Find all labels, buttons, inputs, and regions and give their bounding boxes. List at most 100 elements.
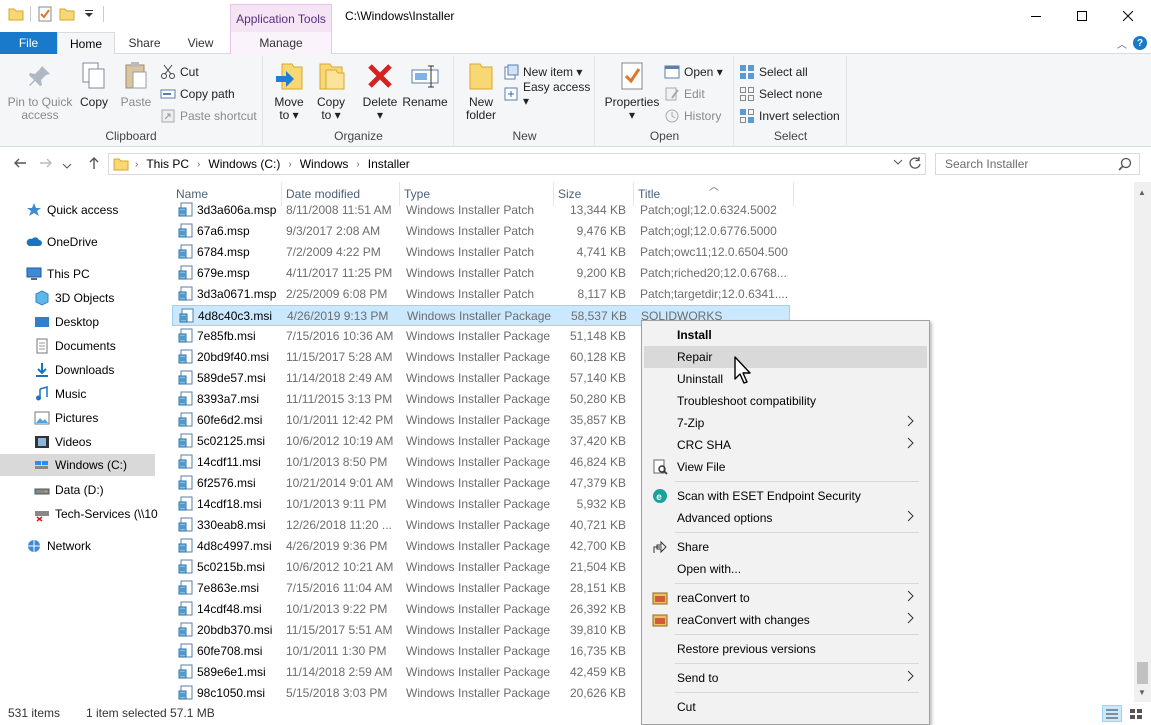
- file-type: Windows Installer Package: [406, 350, 551, 364]
- up-arrow-icon[interactable]: [86, 155, 102, 174]
- details-view-icon[interactable]: [1102, 705, 1122, 722]
- paste-button[interactable]: Paste: [118, 60, 154, 109]
- new-item-button[interactable]: New item ▾: [503, 62, 582, 82]
- chevron-right-icon[interactable]: ›: [197, 159, 200, 170]
- menu-crc-label: CRC SHA: [677, 438, 732, 452]
- scroll-down-icon[interactable]: ▼: [1138, 688, 1146, 697]
- nav-videos[interactable]: Videos: [34, 431, 189, 453]
- select-all-button[interactable]: Select all: [739, 62, 808, 82]
- menu-item-open-with[interactable]: Open with...: [644, 558, 927, 580]
- recent-locations-icon[interactable]: [62, 158, 72, 174]
- edit-button[interactable]: Edit: [664, 84, 705, 104]
- paste-shortcut-button[interactable]: Paste shortcut: [160, 106, 257, 126]
- table-row[interactable]: 67a6.msp 9/3/2017 2:08 AM Windows Installe…: [172, 221, 790, 242]
- close-button[interactable]: [1105, 0, 1151, 32]
- minimize-button[interactable]: [1013, 0, 1059, 32]
- installer-file-icon: [178, 286, 193, 301]
- menu-item-uninstall[interactable]: Uninstall: [644, 368, 927, 390]
- refresh-icon[interactable]: [908, 156, 922, 173]
- tab-share[interactable]: Share: [117, 32, 172, 54]
- pin-to-quick-access-button[interactable]: Pin to Quick access: [6, 60, 74, 122]
- nav-network[interactable]: Network: [26, 535, 181, 557]
- file-date: 7/15/2016 10:36 AM: [286, 329, 394, 343]
- nav-data-d[interactable]: Data (D:): [34, 479, 189, 501]
- back-arrow-icon[interactable]: [12, 155, 28, 174]
- table-row[interactable]: 679e.msp 4/11/2017 11:25 PM Windows Instal…: [172, 263, 790, 284]
- menu-item-install[interactable]: Install: [644, 324, 927, 346]
- copy-path-button[interactable]: Copy path: [160, 84, 235, 104]
- nav-quick-access[interactable]: Quick access: [26, 199, 181, 221]
- breadcrumb-windows[interactable]: Windows: [300, 157, 349, 171]
- menu-item-reaconvert-to[interactable]: reaConvert to: [644, 587, 927, 609]
- nav-3d-objects[interactable]: 3D Objects: [34, 287, 189, 309]
- file-size: 50,280 KB: [569, 392, 626, 406]
- tab-view[interactable]: View: [173, 32, 228, 54]
- nav-desktop[interactable]: Desktop: [34, 311, 189, 333]
- search-placeholder: Search Installer: [945, 157, 1029, 171]
- copy-to-button[interactable]: Copy to ▾: [314, 60, 348, 122]
- menu-item-cut[interactable]: Cut: [644, 696, 927, 718]
- chevron-down-icon[interactable]: [893, 157, 903, 170]
- file-date: 10/1/2013 9:11 PM: [286, 497, 387, 511]
- menu-item-troubleshoot[interactable]: Troubleshoot compatibility: [644, 390, 927, 412]
- menu-item-restore-previous[interactable]: Restore previous versions: [644, 638, 927, 660]
- vertical-scrollbar[interactable]: ▲ ▼: [1134, 182, 1151, 702]
- menu-open-with-label: Open with...: [677, 562, 742, 576]
- nav-documents[interactable]: Documents: [34, 335, 189, 357]
- menu-item-repair[interactable]: Repair: [644, 346, 927, 368]
- forward-arrow-icon[interactable]: [38, 155, 54, 174]
- new-folder-icon[interactable]: [59, 6, 75, 22]
- delete-button[interactable]: Delete ▾: [362, 60, 398, 122]
- tab-file[interactable]: File: [0, 32, 57, 54]
- copy-button[interactable]: Copy: [78, 60, 110, 109]
- invert-selection-button[interactable]: Invert selection: [739, 106, 840, 126]
- breadcrumb-installer[interactable]: Installer: [368, 157, 410, 171]
- table-row[interactable]: 6784.msp 7/2/2009 4:22 PM Windows Installe…: [172, 242, 790, 263]
- nav-downloads[interactable]: Downloads: [34, 359, 189, 381]
- tab-manage[interactable]: Manage: [230, 32, 332, 54]
- history-button[interactable]: History: [664, 106, 721, 126]
- move-to-button[interactable]: Move to ▾: [272, 60, 306, 122]
- menu-item-share[interactable]: Share: [644, 536, 927, 558]
- chevron-right-icon[interactable]: ›: [288, 159, 291, 170]
- table-row[interactable]: 3d3a606a.msp 8/11/2008 11:51 AM Windows In…: [172, 200, 790, 221]
- address-bar[interactable]: › This PC › Windows (C:) › Windows › Ins…: [108, 153, 926, 175]
- select-none-button[interactable]: Select none: [739, 84, 822, 104]
- properties-icon: [616, 60, 648, 92]
- menu-item-view-file[interactable]: View File: [644, 456, 927, 478]
- nav-onedrive[interactable]: OneDrive: [26, 231, 181, 253]
- chevron-right-icon[interactable]: ›: [356, 159, 359, 170]
- rename-button[interactable]: Rename: [402, 60, 448, 109]
- easy-access-button[interactable]: Easy access ▾: [503, 80, 594, 108]
- nav-music[interactable]: Music: [34, 383, 189, 405]
- search-input[interactable]: Search Installer: [935, 153, 1140, 175]
- cloud-icon: [26, 234, 42, 250]
- table-row[interactable]: 3d3a0671.msp 2/25/2009 6:08 PM Windows Ins…: [172, 284, 790, 305]
- menu-item-eset-scan[interactable]: e Scan with ESET Endpoint Security: [644, 485, 927, 507]
- cut-button[interactable]: Cut: [160, 62, 199, 82]
- maximize-button[interactable]: [1059, 0, 1105, 32]
- nav-this-pc[interactable]: This PC: [26, 263, 181, 285]
- scroll-up-icon[interactable]: ▲: [1138, 188, 1146, 197]
- menu-item-advanced-options[interactable]: Advanced options: [644, 507, 927, 529]
- menu-item-send-to[interactable]: Send to: [644, 667, 927, 689]
- tab-home[interactable]: Home: [57, 32, 115, 55]
- properties-icon[interactable]: [37, 6, 53, 22]
- breadcrumb-windows-c[interactable]: Windows (C:): [208, 157, 280, 171]
- nav-windows-c[interactable]: Windows (C:): [0, 454, 155, 476]
- large-icons-view-icon[interactable]: [1126, 705, 1146, 722]
- nav-pictures[interactable]: Pictures: [34, 407, 189, 429]
- collapse-ribbon-icon[interactable]: ︿: [1117, 36, 1127, 51]
- open-button[interactable]: Open ▾: [664, 62, 723, 82]
- properties-button[interactable]: Properties ▾: [604, 60, 660, 122]
- customize-qat-icon[interactable]: [81, 6, 97, 22]
- nav-tech-services[interactable]: Tech-Services (\\10: [34, 503, 189, 525]
- file-size: 42,459 KB: [569, 665, 626, 679]
- new-folder-button[interactable]: New folder: [463, 60, 499, 122]
- breadcrumb-this-pc[interactable]: This PC: [146, 157, 189, 171]
- menu-item-crc-sha[interactable]: CRC SHA: [644, 434, 927, 456]
- scrollbar-thumb[interactable]: [1137, 662, 1148, 684]
- help-icon[interactable]: ?: [1133, 36, 1147, 50]
- menu-item-reaconvert-changes[interactable]: reaConvert with changes: [644, 609, 927, 631]
- menu-item-7zip[interactable]: 7-Zip: [644, 412, 927, 434]
